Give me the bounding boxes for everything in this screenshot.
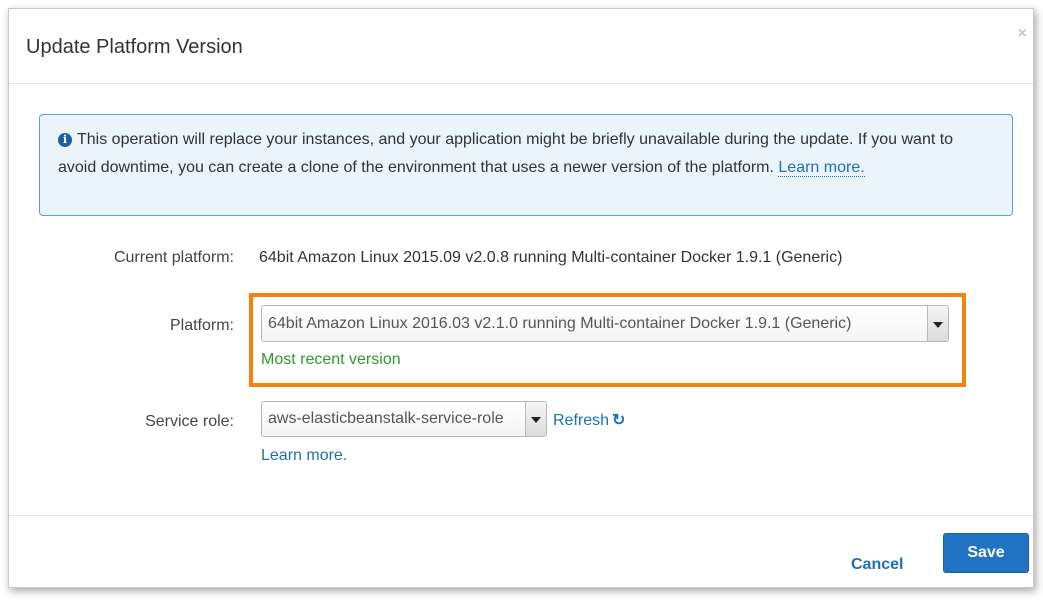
platform-select[interactable]: 64bit Amazon Linux 2016.03 v2.1.0 runnin… <box>261 305 949 342</box>
save-button[interactable]: Save <box>943 533 1029 573</box>
alert-learn-more-link[interactable]: Learn more. <box>778 159 865 177</box>
cancel-button[interactable]: Cancel <box>851 546 903 584</box>
platform-label: Platform: <box>169 317 234 334</box>
service-role-select[interactable]: aws-elasticbeanstalk-service-role <box>261 401 547 437</box>
platform-select-value: 64bit Amazon Linux 2016.03 v2.1.0 runnin… <box>268 314 852 332</box>
service-role-select-value: aws-elasticbeanstalk-service-role <box>268 410 504 427</box>
current-platform-label: Current platform: <box>113 249 234 266</box>
refresh-icon: ↻ <box>612 412 626 429</box>
update-platform-dialog: Update Platform Version × i This operatio… <box>8 8 1034 588</box>
service-role-label: Service role: <box>145 413 234 430</box>
chevron-down-icon <box>525 402 546 436</box>
platform-hint: Most recent version <box>261 351 401 368</box>
refresh-link[interactable]: Refresh <box>553 412 609 429</box>
refresh-button[interactable]: Refresh ↻ <box>553 410 625 430</box>
dialog-header: Update Platform Version × <box>9 9 1033 84</box>
info-icon: i <box>58 133 72 147</box>
info-alert: i This operation will replace your instan… <box>39 114 1013 216</box>
chevron-down-icon <box>927 306 948 341</box>
service-role-learn-more-link[interactable]: Learn more. <box>261 447 347 465</box>
dialog-title: Update Platform Version <box>26 36 243 58</box>
close-icon[interactable]: × <box>1018 25 1027 43</box>
current-platform-value: 64bit Amazon Linux 2015.09 v2.0.8 runnin… <box>259 249 843 266</box>
